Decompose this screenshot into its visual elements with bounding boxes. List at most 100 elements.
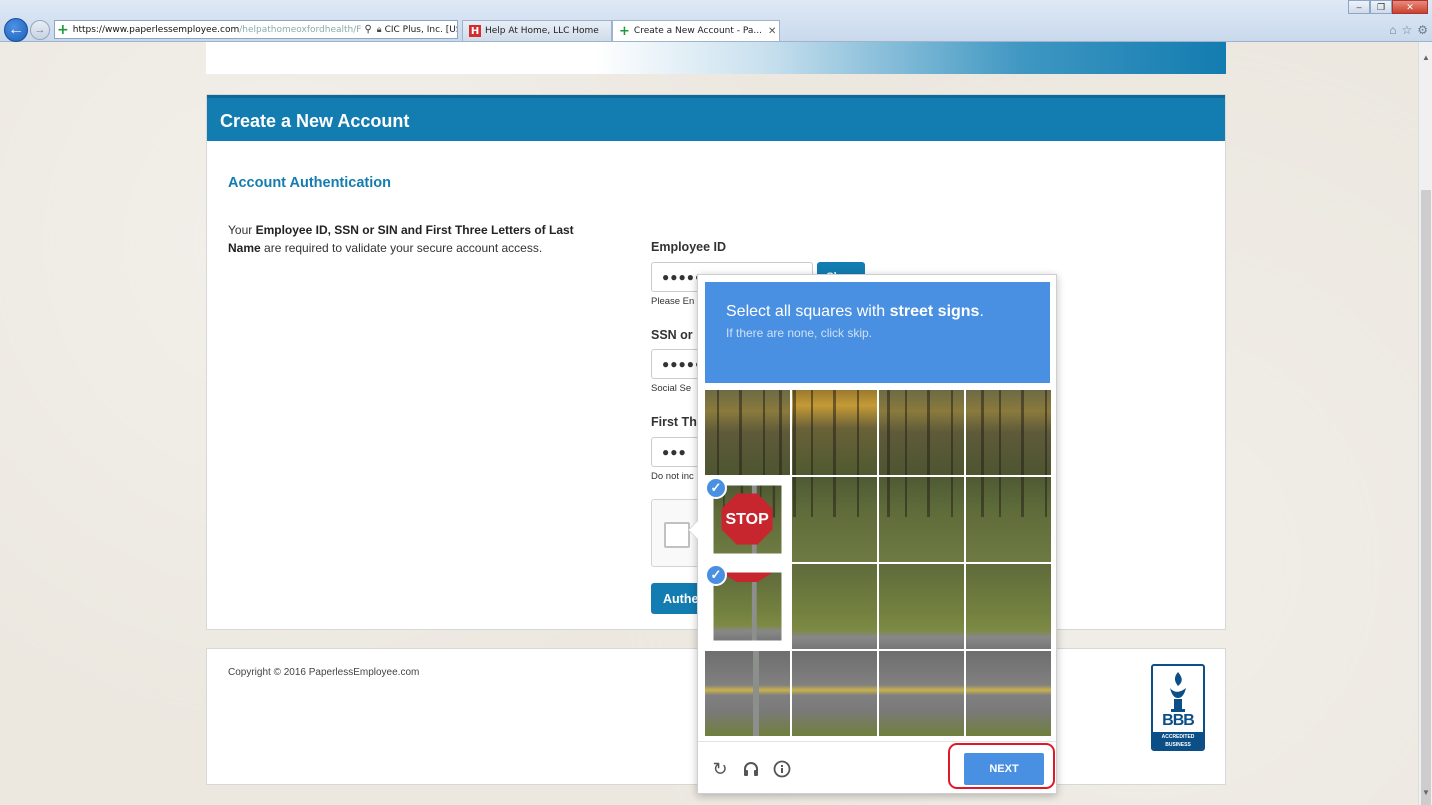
tree-trunk	[927, 477, 930, 517]
site-plus-icon: +	[57, 21, 69, 38]
challenge-tile[interactable]	[792, 390, 877, 475]
section-title: Account Authentication	[228, 175, 391, 191]
challenge-tile[interactable]	[792, 564, 877, 649]
tile-image	[792, 651, 877, 736]
challenge-tile[interactable]	[966, 390, 1051, 475]
tree-trunk	[1045, 477, 1047, 517]
challenge-tile[interactable]	[705, 651, 790, 736]
favorites-star-icon[interactable]: ☆	[1401, 23, 1412, 37]
tree-trunk	[793, 477, 796, 517]
stop-sign: STOP	[721, 493, 773, 545]
forward-arrow-icon: →	[34, 24, 46, 36]
copyright-text: Copyright © 2016 PaperlessEmployee.com	[228, 667, 420, 678]
challenge-tile[interactable]	[966, 477, 1051, 562]
tree-trunk	[833, 390, 836, 475]
challenge-tile[interactable]	[879, 390, 964, 475]
audio-headphones-icon[interactable]	[741, 759, 761, 779]
challenge-tile[interactable]	[705, 390, 790, 475]
window-controls: – ❐ ✕	[1348, 0, 1428, 14]
scroll-up-arrow-icon[interactable]: ▲	[1419, 50, 1432, 64]
challenge-tile[interactable]	[879, 477, 964, 562]
tree-trunk	[981, 477, 984, 517]
tree-trunk	[951, 477, 953, 517]
tree-trunk	[927, 390, 930, 475]
challenge-prompt: Select all squares with street signs.	[726, 303, 984, 320]
challenge-tile[interactable]	[966, 564, 1051, 649]
bbb-accredited-badge[interactable]: BBB ACCREDITED BUSINESS	[1151, 664, 1205, 751]
tree-trunk	[1021, 390, 1024, 475]
tab-help-at-home[interactable]: H Help At Home, LLC Home	[462, 20, 612, 41]
selected-check-icon: ✓	[705, 564, 727, 586]
tree-trunk	[999, 390, 1001, 475]
scroll-thumb[interactable]	[1421, 190, 1431, 805]
tree-trunk	[811, 390, 813, 475]
tree-trunk	[951, 390, 953, 475]
back-arrow-icon: ←	[8, 21, 24, 38]
tile-image	[966, 390, 1051, 475]
site-header-banner	[206, 42, 1226, 74]
challenge-tile[interactable]	[792, 651, 877, 736]
reload-icon[interactable]: ↻	[710, 759, 730, 779]
tile-image	[966, 651, 1051, 736]
tree-trunk	[717, 390, 719, 475]
tile-image	[705, 390, 790, 475]
tree-trunk	[772, 485, 776, 518]
tree-trunk	[739, 390, 742, 475]
browser-toolbar: ← → + https://www.paperlessemployee.com/…	[0, 0, 1432, 42]
h-favicon-icon: H	[469, 25, 481, 37]
url-path: /helpathomeoxfordhealth/F	[239, 24, 362, 35]
lock-icon[interactable]: 🔒︎	[377, 25, 382, 35]
address-bar[interactable]: + https://www.paperlessemployee.com/help…	[54, 20, 458, 39]
tab-create-account[interactable]: + Create a New Account - Pa... ✕	[612, 20, 780, 41]
minimize-button[interactable]: –	[1348, 0, 1370, 14]
tree-trunk	[793, 390, 796, 475]
gear-icon[interactable]: ⚙	[1417, 23, 1428, 37]
tree-trunk	[905, 477, 907, 517]
challenge-footer: ↻ NEXT	[698, 741, 1056, 793]
tree-trunk	[999, 477, 1001, 517]
restore-button[interactable]: ❐	[1370, 0, 1392, 14]
ssn-hint: Social Se	[651, 383, 692, 394]
tile-image	[879, 390, 964, 475]
certificate-label[interactable]: CIC Plus, Inc. [US]	[385, 25, 457, 35]
recaptcha-checkbox[interactable]	[664, 522, 690, 548]
tile-image	[966, 564, 1051, 649]
scroll-down-arrow-icon[interactable]: ▼	[1419, 785, 1432, 799]
next-button[interactable]: NEXT	[964, 753, 1044, 785]
back-button[interactable]: ←	[4, 18, 28, 42]
info-icon[interactable]	[772, 759, 792, 779]
first-three-hint: Do not inc	[651, 471, 694, 482]
sign-post	[751, 572, 757, 641]
employee-id-label: Employee ID	[651, 240, 727, 254]
tile-image	[966, 477, 1051, 562]
challenge-tile[interactable]	[879, 651, 964, 736]
tab-close-icon[interactable]: ✕	[768, 26, 776, 37]
command-icons: ⌂ ☆ ⚙	[1389, 23, 1428, 37]
stop-sign-bottom	[721, 572, 773, 583]
challenge-tile[interactable]	[966, 651, 1051, 736]
tree-trunk	[887, 477, 890, 517]
tree-trunk	[779, 390, 782, 475]
tile-image	[879, 564, 964, 649]
tree-trunk	[905, 390, 907, 475]
tree-trunk	[1045, 390, 1047, 475]
challenge-tile[interactable]	[879, 564, 964, 649]
tile-image	[705, 651, 790, 736]
ssn-label: SSN or	[651, 328, 693, 342]
challenge-tile[interactable]	[792, 477, 877, 562]
challenge-image-grid: STOP ✓ ✓	[705, 390, 1051, 736]
forward-button[interactable]: →	[30, 20, 50, 40]
home-icon[interactable]: ⌂	[1389, 23, 1396, 37]
challenge-subtitle: If there are none, click skip.	[726, 326, 873, 340]
close-window-button[interactable]: ✕	[1392, 0, 1428, 14]
challenge-tile[interactable]: ✓	[705, 564, 790, 649]
tile-image	[879, 651, 964, 736]
employee-id-hint: Please En	[651, 296, 695, 307]
tab-label: Help At Home, LLC Home	[485, 26, 599, 36]
challenge-tile[interactable]: STOP ✓	[705, 477, 790, 562]
sign-post	[753, 651, 759, 736]
page-scrollbar[interactable]: ▲ ▼	[1418, 42, 1432, 805]
tile-image	[792, 390, 877, 475]
search-icon[interactable]: ⚲	[364, 24, 371, 35]
tree-trunk	[763, 390, 765, 475]
